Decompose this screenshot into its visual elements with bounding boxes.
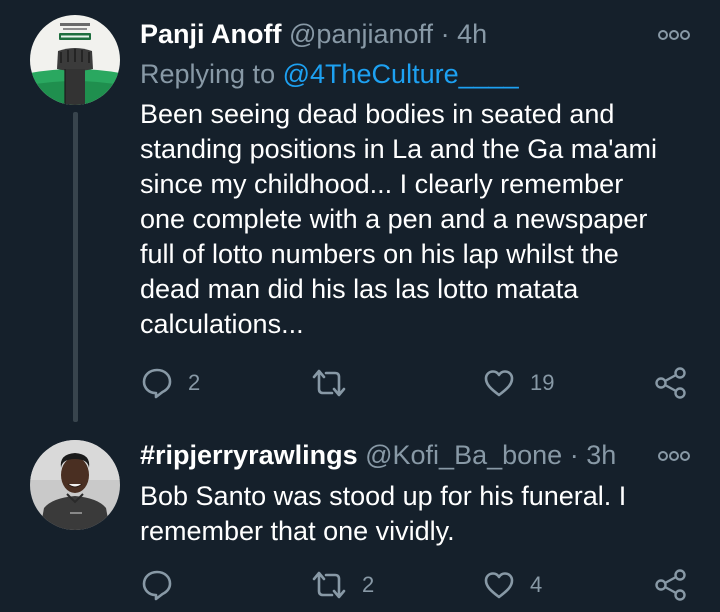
share-icon: [655, 569, 686, 601]
like-button[interactable]: 19: [482, 363, 554, 403]
replying-to: Replying to @4TheCulture____: [140, 55, 519, 93]
share-button[interactable]: [654, 363, 688, 403]
reply-icon: [142, 570, 172, 601]
user-handle[interactable]: @Kofi_Ba_bone: [365, 440, 562, 470]
display-name[interactable]: Panji Anoff: [140, 19, 282, 49]
share-icon: [655, 367, 686, 399]
reply-button[interactable]: [140, 565, 188, 605]
timestamp[interactable]: 3h: [586, 440, 616, 470]
tweet-actions: 2 4: [140, 565, 700, 605]
tweet[interactable]: Panji Anoff @panjianoff · 4h Replying to…: [0, 0, 720, 430]
reply-button[interactable]: 2: [140, 363, 200, 403]
share-button[interactable]: [654, 565, 688, 605]
tweet-actions: 2 19: [140, 363, 700, 403]
heart-icon: [484, 572, 514, 599]
retweet-count: 2: [362, 572, 375, 597]
user-handle[interactable]: @panjianoff: [289, 19, 433, 49]
more-options-button[interactable]: [656, 446, 692, 466]
timestamp[interactable]: 4h: [457, 19, 487, 49]
avatar[interactable]: [30, 440, 120, 530]
retweet-button[interactable]: [310, 363, 362, 403]
reply-count: 2: [188, 370, 201, 395]
replying-to-link[interactable]: @4TheCulture____: [283, 59, 519, 89]
replying-to-label: Replying to: [140, 59, 276, 89]
timeline: Panji Anoff @panjianoff · 4h Replying to…: [0, 0, 720, 612]
tweet[interactable]: #ripjerryrawlings @Kofi_Ba_bone · 3h Bob…: [0, 430, 720, 612]
person-photo-icon: [30, 440, 120, 530]
tweet-text: Been seeing dead bodies in seated and st…: [140, 99, 657, 339]
more-options-button[interactable]: [656, 25, 692, 45]
like-button[interactable]: 4: [482, 565, 542, 605]
thread-connector-line: [73, 112, 78, 422]
tweet-text: Bob Santo was stood up for his funeral. …: [140, 481, 627, 546]
separator-dot: ·: [440, 19, 450, 49]
more-icon: [658, 30, 690, 40]
raised-fist-icon: [30, 15, 120, 105]
avatar[interactable]: [30, 15, 120, 105]
tweet-header: Panji Anoff @panjianoff · 4h: [140, 14, 650, 54]
retweet-icon: [312, 571, 346, 599]
retweet-icon: [312, 369, 346, 397]
retweet-button[interactable]: 2: [310, 565, 374, 605]
like-count: 4: [530, 572, 543, 597]
display-name[interactable]: #ripjerryrawlings: [140, 440, 358, 470]
reply-icon: [142, 368, 172, 399]
like-count: 19: [530, 370, 555, 395]
more-icon: [658, 451, 690, 461]
tweet-header: #ripjerryrawlings @Kofi_Ba_bone · 3h: [140, 435, 650, 475]
heart-icon: [484, 370, 514, 397]
separator-dot: ·: [569, 440, 579, 470]
